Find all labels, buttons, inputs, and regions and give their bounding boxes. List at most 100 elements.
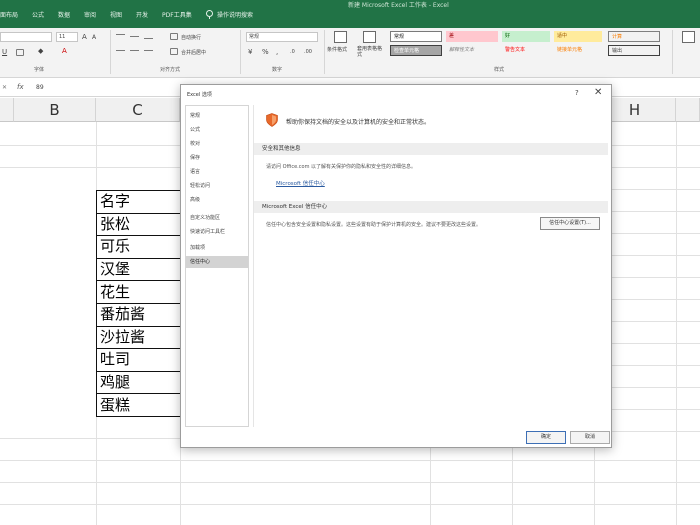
grid-line xyxy=(0,482,700,483)
nav-item-add-ins[interactable]: 加载项 xyxy=(186,242,248,254)
table-row: 吐司 xyxy=(96,348,184,372)
security-description: 请访问 Office.com 以了解有关保护你的隐私和安全性的详细信息。 xyxy=(266,164,417,170)
tab-developer[interactable]: 开发 xyxy=(136,10,148,19)
align-right-icon[interactable] xyxy=(144,50,153,51)
lightbulb-icon xyxy=(206,10,213,19)
style-normal[interactable]: 常规 xyxy=(390,31,442,42)
cancel-entry-icon[interactable]: ✕ xyxy=(2,84,7,91)
grid-line xyxy=(612,189,700,190)
align-center-icon[interactable] xyxy=(130,50,139,51)
column-header-a[interactable] xyxy=(0,98,14,122)
window-title: 新建 Microsoft Excel 工作表 - Excel xyxy=(348,2,449,9)
table-row: 蛋糕 xyxy=(96,393,184,417)
tell-me-search[interactable]: 操作说明搜索 xyxy=(217,10,253,19)
table-cell[interactable]: 汉堡 xyxy=(96,257,184,282)
increase-decimal-icon[interactable]: .0 xyxy=(290,49,295,55)
cancel-button[interactable]: 取消 xyxy=(570,431,610,444)
style-good[interactable]: 好 xyxy=(502,31,550,42)
table-row: 鸡腿 xyxy=(96,370,184,395)
conditional-format-button[interactable]: 条件格式 xyxy=(327,46,347,53)
column-header-b[interactable]: B xyxy=(14,98,96,122)
trust-center-link[interactable]: Microsoft 信任中心 xyxy=(276,179,325,187)
merge-center-button[interactable]: 合并后居中 xyxy=(181,49,206,56)
merge-icon[interactable] xyxy=(170,48,178,55)
ribbon-tab-bar: 面布局 公式 数据 审阅 视图 开发 PDF工具集 操作说明搜索 新建 Micr… xyxy=(0,0,700,28)
tab-view[interactable]: 视图 xyxy=(110,10,122,19)
wrap-text-icon[interactable] xyxy=(170,33,178,40)
style-linked-cell[interactable]: 链接单元格 xyxy=(554,45,602,56)
table-cell[interactable]: 吐司 xyxy=(96,348,184,372)
close-icon[interactable]: ✕ xyxy=(594,87,602,98)
grid-line xyxy=(0,460,700,461)
tab-pdf-tools[interactable]: PDF工具集 xyxy=(162,10,192,19)
table-cell[interactable]: 花生 xyxy=(96,280,184,304)
nav-item-language[interactable]: 语言 xyxy=(186,166,248,178)
table-row: 可乐 xyxy=(96,235,184,259)
table-cell[interactable]: 蛋糕 xyxy=(96,393,184,417)
grow-font-icon[interactable]: A xyxy=(82,33,87,41)
insert-function-icon[interactable]: fx xyxy=(17,83,24,91)
style-neutral[interactable]: 适中 xyxy=(554,31,602,42)
style-bad[interactable]: 差 xyxy=(446,31,498,42)
tab-formulas[interactable]: 公式 xyxy=(32,10,44,19)
nav-item-formulas[interactable]: 公式 xyxy=(186,124,248,136)
currency-icon[interactable]: ¥ xyxy=(248,48,252,56)
ok-button[interactable]: 确定 xyxy=(526,431,566,444)
font-size-box[interactable]: 11 xyxy=(56,32,78,42)
table-cell[interactable]: 张松 xyxy=(96,212,184,237)
insert-cells-icon[interactable] xyxy=(682,31,695,43)
style-calculation[interactable]: 计算 xyxy=(608,31,660,42)
nav-item-customize-ribbon[interactable]: 自定义功能区 xyxy=(186,212,248,224)
underline-icon[interactable]: U xyxy=(2,48,7,56)
table-cell[interactable]: 名字 xyxy=(96,190,184,214)
tab-data[interactable]: 数据 xyxy=(58,10,70,19)
format-as-table-button[interactable]: 套用表格格式 xyxy=(357,46,385,58)
align-left-icon[interactable] xyxy=(116,50,125,51)
wrap-text-button[interactable]: 自动换行 xyxy=(181,34,201,41)
tab-page-layout[interactable]: 面布局 xyxy=(0,10,18,19)
table-cell[interactable]: 沙拉酱 xyxy=(96,325,184,350)
style-output[interactable]: 输出 xyxy=(608,45,660,56)
trust-center-settings-button[interactable]: 信任中心设置(T)... xyxy=(540,217,600,230)
nav-item-quick-access[interactable]: 快速访问工具栏 xyxy=(186,226,248,238)
nav-item-trust-center[interactable]: 信任中心 xyxy=(186,256,248,268)
nav-item-advanced[interactable]: 高级 xyxy=(186,194,248,206)
style-warning[interactable]: 警告文本 xyxy=(502,45,550,56)
nav-item-accessibility[interactable]: 轻松访问 xyxy=(186,180,248,192)
percent-icon[interactable]: % xyxy=(262,48,269,56)
style-check-cell[interactable]: 检查单元格 xyxy=(390,45,442,56)
align-top-icon[interactable] xyxy=(116,34,125,35)
nav-item-general[interactable]: 常规 xyxy=(186,110,248,122)
shrink-font-icon[interactable]: A xyxy=(92,34,96,41)
font-name-box[interactable] xyxy=(0,32,52,42)
format-table-icon[interactable] xyxy=(363,31,376,43)
group-alignment-label: 对齐方式 xyxy=(160,67,181,73)
nav-item-proofing[interactable]: 校对 xyxy=(186,138,248,150)
fill-color-icon[interactable]: ◆ xyxy=(38,47,43,55)
grid-line xyxy=(612,167,700,168)
column-header-c[interactable]: C xyxy=(96,98,180,122)
conditional-format-icon[interactable] xyxy=(334,31,347,43)
group-font-label: 字体 xyxy=(34,67,45,73)
align-bottom-icon[interactable] xyxy=(144,38,153,39)
table-cell[interactable]: 番茄酱 xyxy=(96,302,184,327)
nav-item-save[interactable]: 保存 xyxy=(186,152,248,164)
grid-line xyxy=(612,365,700,366)
font-color-icon[interactable]: A xyxy=(62,47,67,55)
align-middle-icon[interactable] xyxy=(130,36,139,37)
decrease-decimal-icon[interactable]: .00 xyxy=(304,49,312,55)
grid-line xyxy=(612,343,700,344)
grid-line xyxy=(0,167,180,168)
grid-line xyxy=(612,431,700,432)
formula-input[interactable]: 89 xyxy=(36,84,44,91)
table-cell[interactable]: 鸡腿 xyxy=(96,370,184,395)
comma-icon[interactable]: , xyxy=(276,48,278,56)
tab-review[interactable]: 审阅 xyxy=(84,10,96,19)
number-format-select[interactable]: 常规 xyxy=(246,32,318,42)
style-explanatory[interactable]: 解释性文本 xyxy=(446,45,498,56)
table-row: 名字 xyxy=(96,190,184,214)
table-cell[interactable]: 可乐 xyxy=(96,235,184,259)
borders-icon[interactable] xyxy=(16,49,24,56)
help-icon[interactable]: ? xyxy=(575,89,579,97)
column-header-i[interactable] xyxy=(676,98,700,122)
